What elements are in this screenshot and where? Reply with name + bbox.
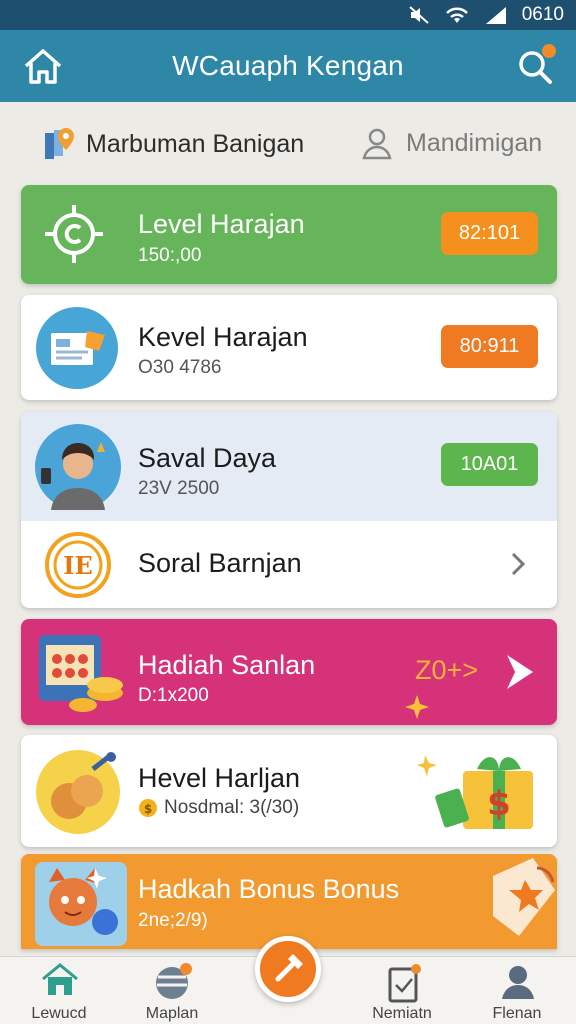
card-subtitle: D:1x200 <box>138 685 209 706</box>
reward-card[interactable]: Hadiah Sanlan D:1x200 Z0+> <box>21 619 557 725</box>
signal-icon <box>485 7 506 24</box>
nav-item-home[interactable]: Lewucd <box>9 957 109 1024</box>
arrow-right-icon[interactable] <box>501 651 539 693</box>
mute-icon <box>409 6 429 24</box>
card-row-bottom[interactable]: IE Soral Barnjan <box>21 521 557 608</box>
user-label: Mandimigan <box>406 128 543 157</box>
nav-item-nemiatn[interactable]: Nemiatn <box>352 957 452 1024</box>
map-pin-icon <box>45 128 74 159</box>
card-subtitle: 150:,00 <box>138 245 202 266</box>
coin-small-icon: $ <box>139 799 157 817</box>
card-subtitle: 2ne;2/9) <box>138 910 208 931</box>
home-icon <box>24 49 62 84</box>
level-card[interactable]: Hevel Harljan $ Nosdmal: 3(/30) $ <box>21 735 557 847</box>
grouped-card: Saval Daya 23V 2500 10A01 IE Soral Barnj… <box>21 412 557 608</box>
profile-icon <box>502 966 534 999</box>
nav-label: Nemiatn <box>372 1005 432 1022</box>
card-subtitle: 23V 2500 <box>138 478 220 499</box>
wifi-icon <box>445 7 468 23</box>
target-icon <box>45 205 103 263</box>
card-row-top[interactable]: Saval Daya 23V 2500 10A01 <box>21 412 557 521</box>
cookie-icon <box>36 750 120 834</box>
card-title: Saval Daya <box>138 443 277 473</box>
notification-dot <box>542 44 556 58</box>
sparkle-icon <box>405 695 429 719</box>
nav-label: Maplan <box>145 1005 199 1022</box>
card-title: Hadiah Sanlan <box>138 650 316 680</box>
nav-item-maplan[interactable]: Maplan <box>122 957 222 1024</box>
card-title: Kevel Harajan <box>138 322 308 352</box>
svg-text:$: $ <box>144 802 152 816</box>
level-card[interactable]: Kevel Harajan O30 4786 80:911 <box>21 295 557 400</box>
reward-count: Z0+> <box>415 655 479 685</box>
document-icon <box>36 307 118 389</box>
status-time: 0610 <box>521 4 564 25</box>
app-title: WCauaph Kengan <box>172 50 404 81</box>
nav-item-profile[interactable]: Flenan <box>467 957 567 1024</box>
user-selector[interactable]: Mandimigan <box>360 126 542 160</box>
card-title: Soral Barnjan <box>138 548 302 578</box>
card-subtitle-row: $ Nosdmal: 3(/30) <box>138 797 299 819</box>
home-icon <box>42 963 78 995</box>
avatar-icon <box>35 424 121 510</box>
stack-icon <box>156 963 192 999</box>
level-card[interactable]: Level Harajan 150:,00 82:101 <box>21 185 557 284</box>
slot-machine-icon <box>39 635 123 712</box>
location-selector[interactable]: Marbuman Banigan <box>42 126 304 162</box>
home-button[interactable] <box>22 46 64 86</box>
card-subtitle: O30 4786 <box>138 357 222 378</box>
hammer-icon <box>275 954 303 982</box>
nav-label: Lewucd <box>31 1005 87 1022</box>
clipboard-icon <box>388 964 421 1003</box>
location-label: Marbuman Banigan <box>86 129 305 158</box>
user-icon <box>362 128 392 160</box>
card-badge: 10A01 <box>441 443 538 486</box>
card-title: Hevel Harljan <box>138 763 301 793</box>
subheader: Marbuman Banigan Mandimigan <box>0 118 576 170</box>
gift-icon: $ <box>417 755 533 829</box>
search-button[interactable] <box>514 44 556 86</box>
hammer-button[interactable] <box>255 936 321 1002</box>
coin-icon: IE <box>45 532 111 598</box>
card-badge: 82:101 <box>441 212 538 255</box>
app-bar: WCauaph Kengan <box>0 30 576 102</box>
character-icon <box>35 862 127 946</box>
card-subtitle: Nosdmal: 3(/30) <box>164 797 300 818</box>
card-badge: 80:911 <box>441 325 538 368</box>
chevron-right-icon[interactable] <box>509 551 527 577</box>
bonus-card[interactable]: Hadkah Bonus Bonus 2ne;2/9) <box>21 854 557 949</box>
card-title: Hadkah Bonus Bonus <box>138 874 400 904</box>
svg-text:$: $ <box>487 784 511 824</box>
card-title: Level Harajan <box>138 209 305 239</box>
nav-label: Flenan <box>492 1005 542 1022</box>
svg-text:IE: IE <box>63 551 93 580</box>
status-bar: 0610 <box>0 0 576 30</box>
ticket-icon <box>493 858 555 936</box>
